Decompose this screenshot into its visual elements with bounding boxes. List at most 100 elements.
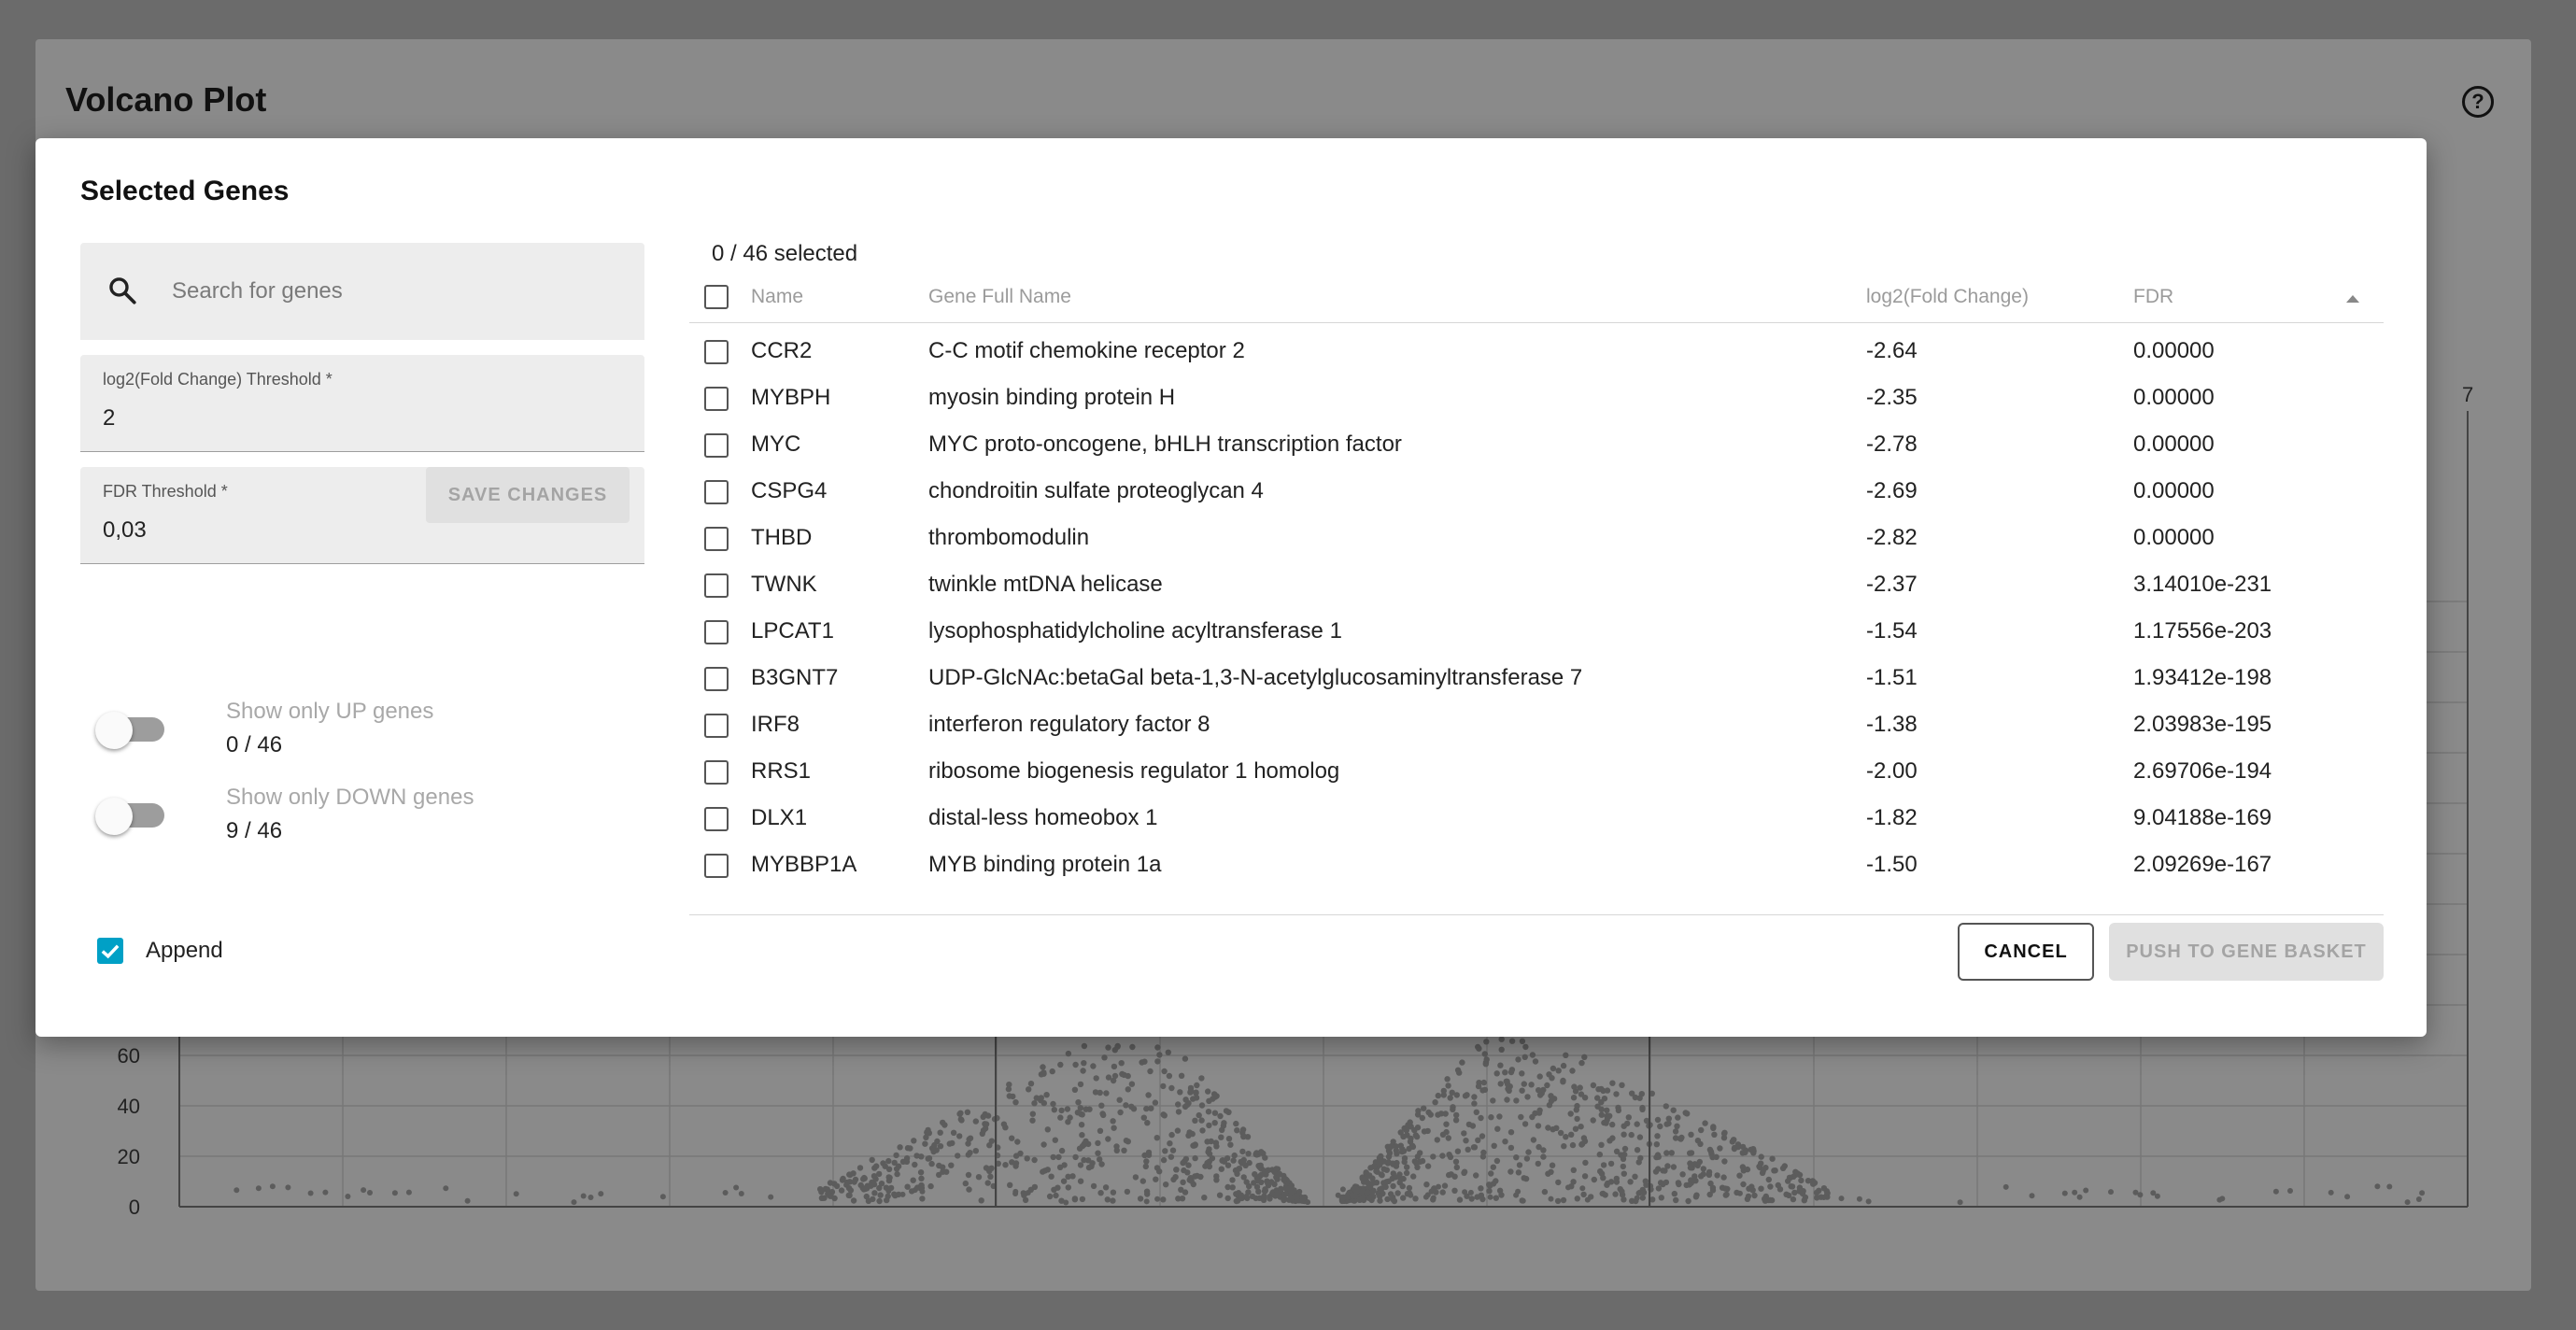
plot-point — [2344, 1194, 2351, 1200]
cancel-button[interactable]: CANCEL — [1958, 923, 2094, 981]
plot-point — [1371, 1163, 1378, 1169]
plot-point — [1410, 1173, 1417, 1180]
plot-point — [1507, 1129, 1515, 1136]
plot-point — [876, 1170, 883, 1178]
plot-point — [1634, 1121, 1640, 1127]
table-row[interactable]: RRS1 ribosome biogenesis regulator 1 homo… — [689, 749, 2384, 796]
row-checkbox[interactable] — [704, 667, 729, 691]
plot-point — [1380, 1158, 1388, 1165]
plot-point — [1532, 1058, 1539, 1065]
plot-point — [1541, 1188, 1549, 1196]
table-row[interactable]: CSPG4 chondroitin sulfate proteoglycan 4 -… — [689, 469, 2384, 516]
table-row[interactable]: B3GNT7 UDP-GlcNAc:betaGal beta-1,3-N-acet… — [689, 656, 2384, 702]
save-changes-button[interactable]: SAVE CHANGES — [426, 467, 630, 523]
plot-point — [948, 1162, 955, 1168]
row-checkbox[interactable] — [704, 387, 729, 411]
plot-point — [1494, 1125, 1501, 1132]
row-checkbox[interactable] — [704, 714, 729, 738]
plot-point — [1443, 1121, 1450, 1127]
toggle-up-count: 0 / 46 — [226, 732, 283, 757]
table-row[interactable]: MYBBP1A MYB binding protein 1a -1.50 2.0926… — [689, 842, 2384, 889]
row-checkbox[interactable] — [704, 620, 729, 644]
row-checkbox[interactable] — [704, 340, 729, 364]
row-checkbox[interactable] — [704, 433, 729, 458]
toggle-down-thumb[interactable] — [95, 798, 133, 835]
plot-point — [919, 1196, 926, 1202]
plot-point — [1446, 1171, 1452, 1179]
row-checkbox[interactable] — [704, 807, 729, 831]
plot-point — [1218, 1166, 1225, 1172]
table-row[interactable]: TWNK twinkle mtDNA helicase -2.37 3.14010e-… — [689, 562, 2384, 609]
plot-point — [2061, 1190, 2068, 1196]
row-checkbox[interactable] — [704, 854, 729, 878]
plot-point — [1569, 1068, 1576, 1074]
row-checkbox[interactable] — [704, 480, 729, 504]
toggle-up-thumb[interactable] — [95, 712, 133, 749]
column-header-fold-change[interactable]: log2(Fold Change) — [1866, 286, 2029, 308]
table-row[interactable]: IRF8 interferon regulatory factor 8 -1.38 2… — [689, 702, 2384, 749]
gene-fdr: 3.14010e-231 — [2133, 572, 2272, 597]
push-to-gene-basket-button[interactable]: PUSH TO GENE BASKET — [2109, 923, 2384, 981]
plot-point — [1012, 1099, 1019, 1106]
plot-point — [1210, 1096, 1216, 1102]
table-row[interactable]: MYC MYC proto-oncogene, bHLH transcriptio… — [689, 422, 2384, 469]
fdr-threshold-input[interactable]: 0,03 — [103, 517, 147, 544]
plot-point — [1456, 1069, 1463, 1076]
plot-point — [885, 1174, 892, 1181]
plot-point — [1742, 1149, 1748, 1156]
plot-point — [1104, 1196, 1111, 1203]
plot-point — [1813, 1189, 1820, 1196]
plot-point — [1639, 1195, 1647, 1201]
plot-point — [1461, 1130, 1467, 1137]
table-row[interactable]: THBD thrombomodulin -2.82 0.00000 — [689, 516, 2384, 562]
table-row[interactable]: LPCAT1 lysophosphatidylcholine acyltransf… — [689, 609, 2384, 656]
column-header-fdr[interactable]: FDR — [2133, 286, 2173, 308]
plot-point — [1211, 1110, 1219, 1116]
table-header: Name Gene Full Name log2(Fold Change) FD… — [689, 271, 2384, 323]
plot-point — [1600, 1162, 1607, 1168]
fc-threshold-field[interactable]: log2(Fold Change) Threshold * 2 — [80, 355, 644, 452]
toggle-up-genes[interactable]: Show only UP genes 0 / 46 — [95, 699, 618, 764]
plot-point — [1145, 1092, 1152, 1098]
plot-point — [1211, 1120, 1218, 1126]
plot-point — [1192, 1117, 1198, 1125]
append-checkbox[interactable] — [97, 938, 123, 964]
plot-point — [1823, 1188, 1831, 1195]
sort-ascending-icon[interactable] — [2346, 295, 2359, 303]
plot-point — [871, 1190, 878, 1196]
table-row[interactable]: CCR2 C-C motif chemokine receptor 2 -2.64 0… — [689, 329, 2384, 375]
plot-point — [1123, 1138, 1130, 1144]
plot-point — [1118, 1060, 1125, 1067]
gene-fold-change: -2.37 — [1866, 572, 1918, 597]
plot-point — [1071, 1086, 1079, 1094]
plot-point — [1632, 1173, 1638, 1181]
search-field[interactable] — [80, 243, 644, 340]
plot-point — [1546, 1071, 1552, 1078]
plot-point — [1519, 1087, 1525, 1094]
plot-point — [1098, 1161, 1105, 1167]
plot-point — [1490, 1181, 1497, 1187]
plot-point — [1255, 1163, 1262, 1169]
gene-name: DLX1 — [751, 805, 808, 830]
plot-point — [1366, 1183, 1374, 1191]
plot-point — [1668, 1150, 1676, 1156]
plot-point — [1417, 1150, 1423, 1156]
plot-point — [1154, 1058, 1161, 1065]
row-checkbox[interactable] — [704, 527, 729, 551]
plot-point — [1125, 1086, 1132, 1093]
select-all-checkbox[interactable] — [704, 285, 729, 309]
table-row[interactable]: DLX1 distal-less homeobox 1 -1.82 9.04188e-… — [689, 796, 2384, 842]
search-input[interactable] — [172, 265, 620, 318]
plot-point — [1033, 1095, 1040, 1101]
plot-point — [1190, 1096, 1196, 1102]
plot-point — [1201, 1195, 1208, 1201]
toggle-down-genes[interactable]: Show only DOWN genes 9 / 46 — [95, 785, 618, 850]
fc-threshold-input[interactable]: 2 — [103, 405, 115, 432]
row-checkbox[interactable] — [704, 760, 729, 785]
plot-point — [1557, 1129, 1564, 1137]
column-header-full-name[interactable]: Gene Full Name — [928, 286, 1071, 308]
table-row[interactable]: MYBPH myosin binding protein H -2.35 0.0000… — [689, 375, 2384, 422]
row-checkbox[interactable] — [704, 573, 729, 598]
plot-point — [1683, 1181, 1690, 1189]
column-header-name[interactable]: Name — [751, 286, 803, 308]
